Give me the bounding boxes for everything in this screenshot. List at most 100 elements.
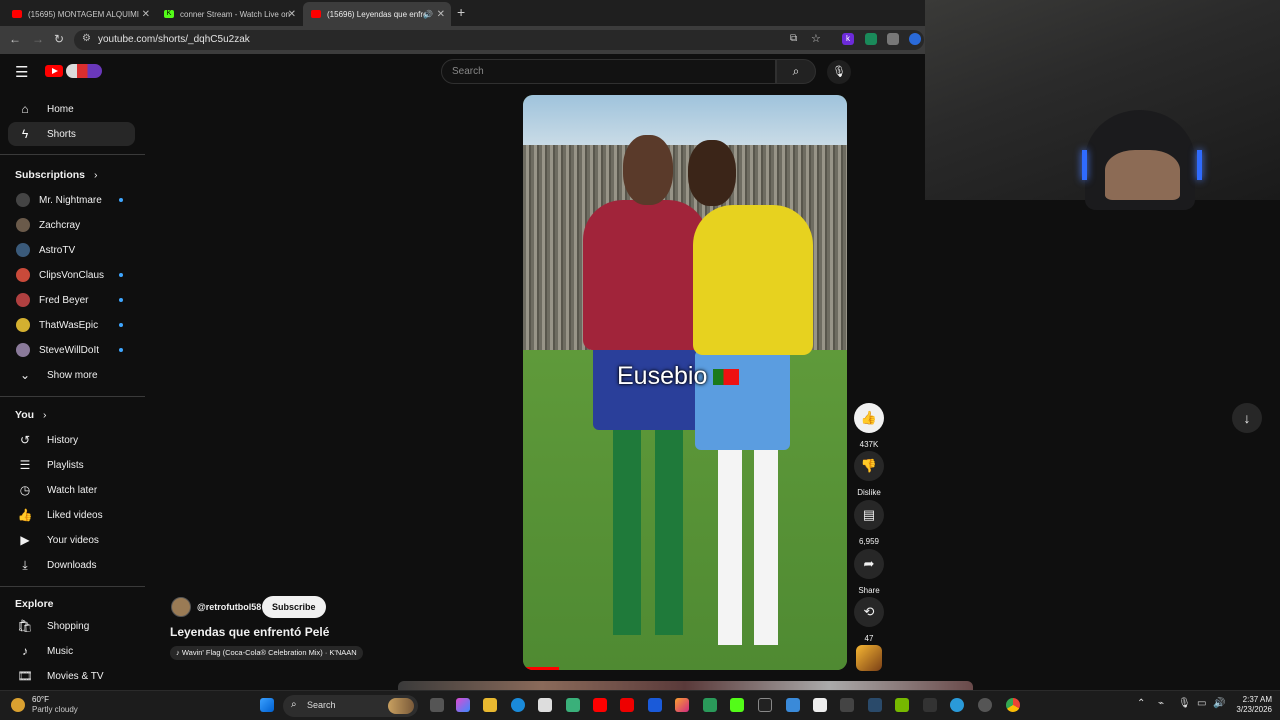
instagram-icon[interactable] bbox=[675, 698, 689, 712]
you-header[interactable]: You › bbox=[15, 409, 46, 421]
sidebar-show-more[interactable]: ⌄ Show more bbox=[8, 363, 135, 387]
amazon-icon[interactable] bbox=[758, 698, 772, 712]
share-label: Share bbox=[858, 586, 880, 595]
dislike-button[interactable]: 👎 Dislike bbox=[854, 451, 884, 497]
sidebar-item-label: Shorts bbox=[47, 128, 76, 140]
sidebar-item-subscription[interactable]: Mr. Nightmare bbox=[8, 188, 135, 212]
close-icon[interactable]: ✕ bbox=[142, 9, 150, 20]
clock-time[interactable]: 2:37 AM bbox=[1232, 695, 1272, 704]
search-icon: ⌕ bbox=[291, 699, 297, 710]
start-icon[interactable] bbox=[260, 698, 274, 712]
sidebar-item-subscription[interactable]: ClipsVonClaus bbox=[8, 263, 135, 287]
extension-icon[interactable] bbox=[909, 33, 921, 45]
sound-thumbnail[interactable] bbox=[856, 645, 882, 671]
close-icon[interactable]: ✕ bbox=[288, 9, 296, 20]
tiktok-icon[interactable] bbox=[813, 698, 827, 712]
weather-temperature[interactable]: 60°F bbox=[32, 695, 49, 704]
sidebar-item-shorts[interactable]: ϟ Shorts bbox=[8, 122, 135, 146]
subscriptions-header[interactable]: Subscriptions › bbox=[15, 169, 97, 181]
shorts-video-player[interactable]: Eusebio bbox=[523, 95, 847, 670]
display-icon[interactable]: ▭ bbox=[1197, 698, 1206, 709]
sidebar-item-movies-tv[interactable]: 🎞 Movies & TV bbox=[8, 664, 135, 688]
comments-button[interactable]: ▤ 6,959 bbox=[854, 500, 884, 546]
url-field[interactable]: ⚙ youtube.com/shorts/_dqhC5u2zak ⧉ ☆ bbox=[74, 30, 924, 50]
browser-tab[interactable]: (15695) MONTAGEM ALQUIMI ✕ bbox=[4, 2, 156, 26]
new-tab-icon[interactable]: + bbox=[457, 4, 465, 20]
sidebar-item-your-videos[interactable]: ▶ Your videos bbox=[8, 528, 135, 552]
steam-icon[interactable] bbox=[868, 698, 882, 712]
search-input[interactable]: Search bbox=[441, 59, 776, 84]
chrome-icon[interactable] bbox=[1006, 698, 1020, 712]
nvidia-icon[interactable] bbox=[895, 698, 909, 712]
sidebar-item-downloads[interactable]: ⤓ Downloads bbox=[8, 553, 135, 577]
share-button[interactable]: ➦ Share bbox=[854, 549, 884, 595]
like-button[interactable]: 👍 437K bbox=[854, 403, 884, 449]
sidebar-item-playlists[interactable]: ☰ Playlists bbox=[8, 453, 135, 477]
copilot-icon[interactable] bbox=[456, 698, 470, 712]
remix-button[interactable]: ⟲ 47 bbox=[854, 597, 884, 643]
telegram-icon[interactable] bbox=[950, 698, 964, 712]
channel-handle[interactable]: @retrofutbol58 bbox=[197, 602, 261, 612]
facebook-icon[interactable] bbox=[648, 698, 662, 712]
chevron-up-icon[interactable]: ⌃ bbox=[1137, 698, 1145, 709]
clock-date[interactable]: 3/23/2026 bbox=[1226, 705, 1272, 714]
capcut-icon[interactable] bbox=[840, 698, 854, 712]
video-title[interactable]: Leyendas que enfrentó Pelé bbox=[170, 625, 329, 639]
kick-icon[interactable] bbox=[730, 698, 744, 712]
sidebar-item-subscription[interactable]: ThatWasEpic bbox=[8, 313, 135, 337]
sidebar-item-subscription[interactable]: SteveWillDoIt bbox=[8, 338, 135, 362]
comment-icon: ▤ bbox=[854, 500, 884, 530]
forward-icon[interactable]: → bbox=[32, 32, 44, 46]
voice-search-button[interactable]: 🎙 bbox=[827, 60, 851, 84]
app-icon[interactable] bbox=[703, 698, 717, 712]
sidebar-item-subscription[interactable]: Fred Beyer bbox=[8, 288, 135, 312]
browser-tab-active[interactable]: (15696) Leyendas que enfre 🔊 ✕ bbox=[303, 2, 451, 26]
extension-k-icon[interactable]: k bbox=[842, 33, 854, 45]
search-button[interactable]: ⌕ bbox=[776, 59, 816, 84]
thumbs-down-icon: 👎 bbox=[854, 451, 884, 481]
microphone-icon[interactable]: 🎙 bbox=[1178, 698, 1191, 709]
extension-icon[interactable] bbox=[865, 33, 877, 45]
task-view-icon[interactable] bbox=[430, 698, 444, 712]
channel-avatar[interactable] bbox=[171, 597, 191, 617]
sidebar-item-liked-videos[interactable]: 👍 Liked videos bbox=[8, 503, 135, 527]
video-progress-bar[interactable] bbox=[523, 667, 559, 670]
edge-icon[interactable] bbox=[511, 698, 525, 712]
install-app-icon[interactable]: ⧉ bbox=[790, 33, 797, 44]
sidebar-item-history[interactable]: ↺ History bbox=[8, 428, 135, 452]
sidebar-item-home[interactable]: ⌂ Home bbox=[8, 97, 135, 121]
sidebar-item-shopping[interactable]: 🛍 Shopping bbox=[8, 614, 135, 638]
site-info-icon[interactable]: ⚙ bbox=[82, 33, 91, 44]
caption-text: Eusebio bbox=[617, 362, 708, 390]
app-icon[interactable] bbox=[566, 698, 580, 712]
next-video-button[interactable]: ↓ bbox=[1232, 403, 1262, 433]
weather-icon[interactable] bbox=[11, 698, 25, 712]
volume-icon[interactable]: 🔊 bbox=[1213, 698, 1225, 709]
epic-games-icon[interactable] bbox=[923, 698, 937, 712]
bookmark-star-icon[interactable]: ☆ bbox=[811, 32, 821, 45]
obs-icon[interactable] bbox=[978, 698, 992, 712]
sidebar-item-subscription[interactable]: Zachcray bbox=[8, 213, 135, 237]
sidebar-item-subscription[interactable]: AstroTV bbox=[8, 238, 135, 262]
extension-icon[interactable] bbox=[887, 33, 899, 45]
taskbar-search[interactable]: ⌕ Search bbox=[283, 695, 418, 717]
history-icon: ↺ bbox=[19, 433, 31, 447]
download-icon: ⤓ bbox=[22, 557, 28, 572]
sidebar-item-watch-later[interactable]: ◷ Watch later bbox=[8, 478, 135, 502]
subscribe-button[interactable]: Subscribe bbox=[262, 596, 326, 618]
reload-icon[interactable]: ↻ bbox=[54, 32, 64, 46]
music-chip[interactable]: ♪ Wavin' Flag (Coca-Cola® Celebration Mi… bbox=[170, 646, 363, 660]
youtube-app-icon[interactable] bbox=[593, 698, 607, 712]
back-icon[interactable]: ← bbox=[9, 32, 21, 46]
app-icon[interactable] bbox=[786, 698, 800, 712]
sidebar-item-label: History bbox=[47, 434, 79, 446]
store-icon[interactable] bbox=[538, 698, 552, 712]
file-explorer-icon[interactable] bbox=[483, 698, 497, 712]
browser-tab[interactable]: K conner Stream - Watch Live on ✕ bbox=[156, 2, 302, 26]
close-icon[interactable]: ✕ bbox=[437, 9, 445, 20]
network-icon[interactable]: ⌁ bbox=[1158, 698, 1164, 709]
weather-description[interactable]: Partly cloudy bbox=[32, 705, 78, 714]
netflix-icon[interactable] bbox=[620, 698, 634, 712]
speaker-icon[interactable]: 🔊 bbox=[423, 10, 433, 19]
sidebar-item-music[interactable]: ♪ Music bbox=[8, 639, 135, 663]
